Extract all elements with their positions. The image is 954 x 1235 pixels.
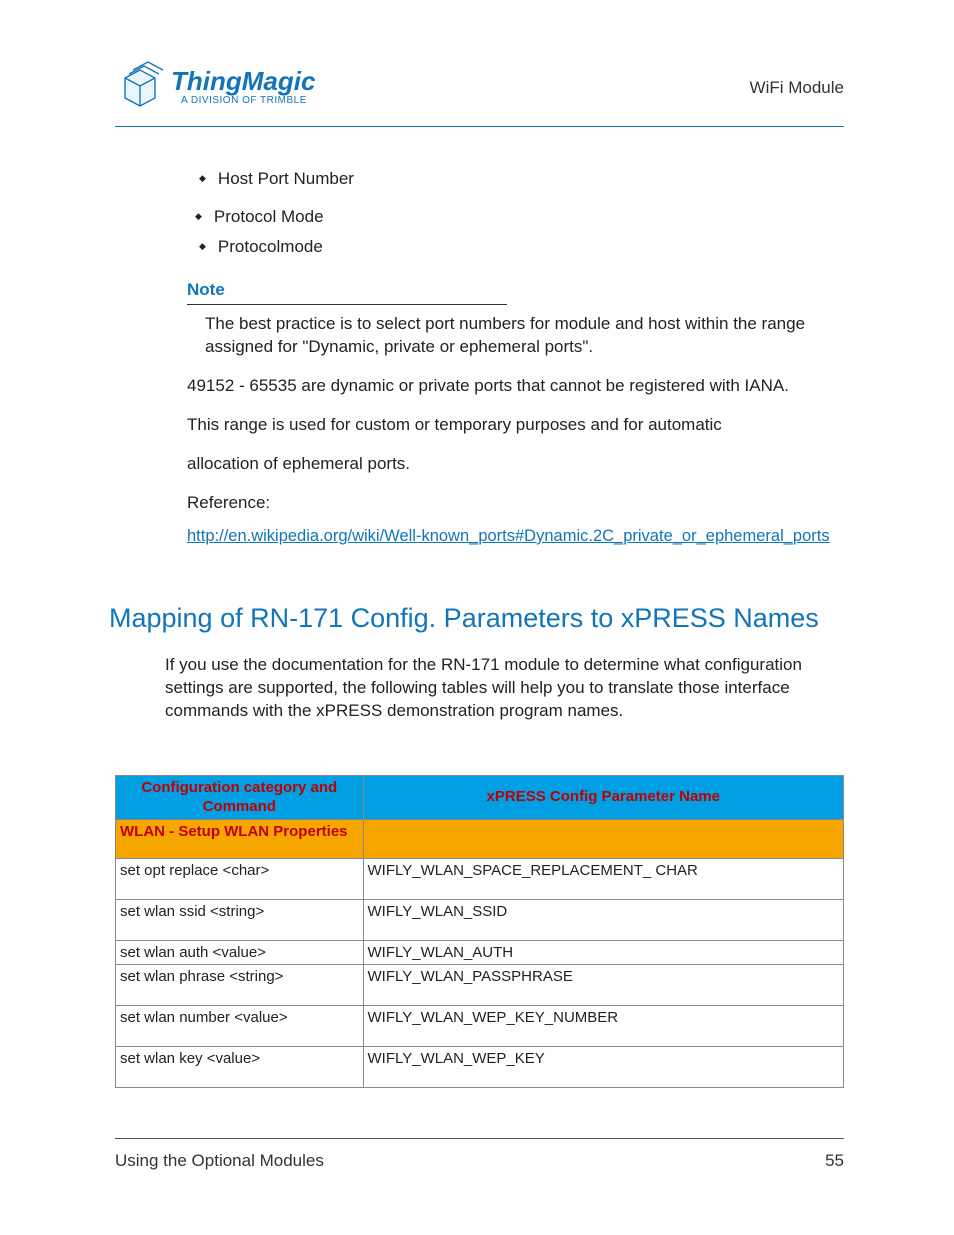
- table-cell: WIFLY_WLAN_WEP_KEY: [363, 1047, 843, 1088]
- reference-link[interactable]: http://en.wikipedia.org/wiki/Well-known_…: [187, 525, 844, 547]
- table-row: set opt replace <char> WIFLY_WLAN_SPACE_…: [116, 859, 844, 900]
- note-paragraph: This range is used for custom or tempora…: [187, 414, 844, 437]
- table-row: set wlan auth <value> WIFLY_WLAN_AUTH: [116, 941, 844, 965]
- table-cell: set wlan phrase <string>: [116, 965, 364, 1006]
- note-paragraph: Reference:: [187, 492, 844, 515]
- note-paragraph: 49152 - 65535 are dynamic or private por…: [187, 375, 844, 398]
- footer-left: Using the Optional Modules: [115, 1151, 324, 1171]
- table-cell: WIFLY_WLAN_PASSPHRASE: [363, 965, 843, 1006]
- header-section-title: WiFi Module: [750, 78, 844, 98]
- table-subheader-cell: [363, 820, 843, 859]
- table-row: set wlan number <value> WIFLY_WLAN_WEP_K…: [116, 1006, 844, 1047]
- table-header-cell: xPRESS Config Parameter Name: [363, 775, 843, 820]
- note-block: Note The best practice is to select port…: [187, 278, 844, 547]
- table-cell: set wlan ssid <string>: [116, 900, 364, 941]
- table-cell: set wlan auth <value>: [116, 941, 364, 965]
- list-item: Protocol Mode: [195, 205, 844, 229]
- table-subheader-cell: WLAN - Setup WLAN Properties: [116, 820, 364, 859]
- table-row: set wlan phrase <string> WIFLY_WLAN_PASS…: [116, 965, 844, 1006]
- table-cell: WIFLY_WLAN_SPACE_REPLACEMENT_ CHAR: [363, 859, 843, 900]
- note-title: Note: [187, 278, 844, 302]
- brand-name: ThingMagic: [171, 68, 315, 94]
- page-number: 55: [825, 1151, 844, 1171]
- table-cell: set opt replace <char>: [116, 859, 364, 900]
- thingmagic-cube-icon: [115, 58, 165, 114]
- page-header: ThingMagic A DIVISION OF TRIMBLE WiFi Mo…: [115, 58, 844, 127]
- table-cell: set wlan number <value>: [116, 1006, 364, 1047]
- table-cell: WIFLY_WLAN_AUTH: [363, 941, 843, 965]
- note-paragraph: allocation of ephemeral ports.: [187, 453, 844, 476]
- list-item: Protocolmode: [199, 235, 844, 259]
- section-intro: If you use the documentation for the RN-…: [165, 654, 844, 723]
- table-header-cell: Configuration category and Command: [116, 775, 364, 820]
- table-row: set wlan ssid <string> WIFLY_WLAN_SSID: [116, 900, 844, 941]
- table-cell: WIFLY_WLAN_WEP_KEY_NUMBER: [363, 1006, 843, 1047]
- list-item: Host Port Number: [199, 167, 844, 191]
- logo: ThingMagic A DIVISION OF TRIMBLE: [115, 58, 315, 114]
- section-heading: Mapping of RN-171 Config. Parameters to …: [109, 603, 844, 634]
- table-cell: set wlan key <value>: [116, 1047, 364, 1088]
- brand-tagline: A DIVISION OF TRIMBLE: [181, 96, 315, 106]
- mapping-table: Configuration category and Command xPRES…: [115, 775, 844, 1089]
- body-content: Host Port Number Protocol Mode Protocolm…: [165, 167, 844, 547]
- note-paragraph: The best practice is to select port numb…: [205, 313, 844, 359]
- table-row: set wlan key <value> WIFLY_WLAN_WEP_KEY: [116, 1047, 844, 1088]
- page-footer: Using the Optional Modules 55: [115, 1138, 844, 1171]
- note-rule: [187, 304, 507, 305]
- table-cell: WIFLY_WLAN_SSID: [363, 900, 843, 941]
